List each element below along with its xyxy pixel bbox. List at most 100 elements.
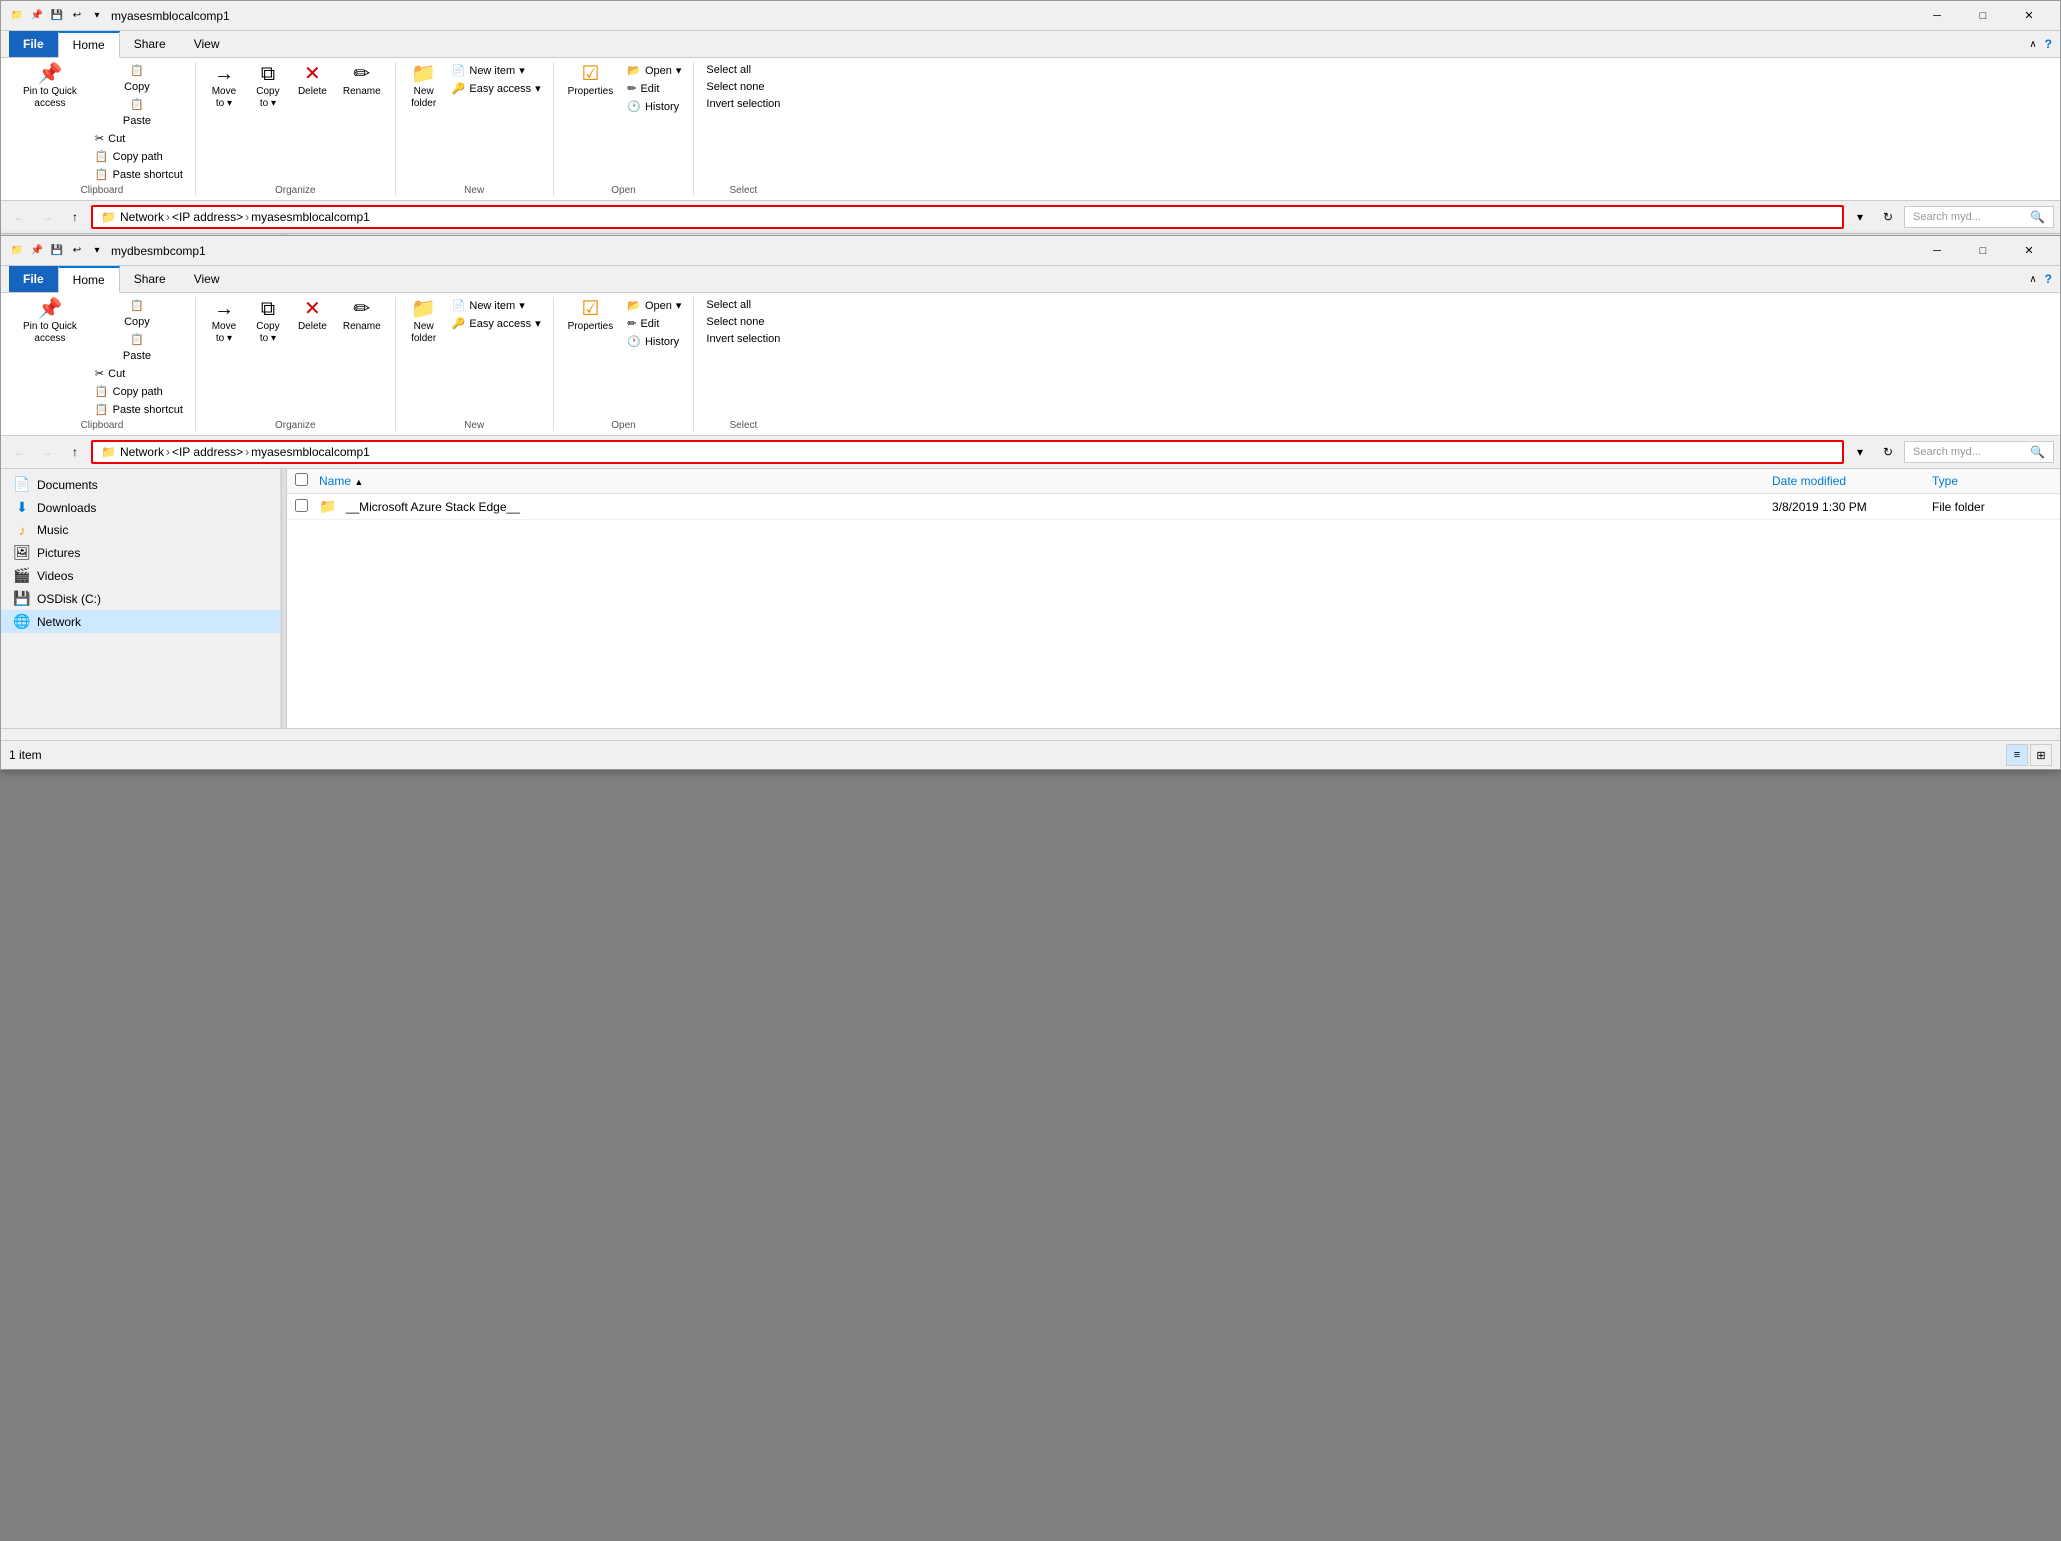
up-button-bottom[interactable]: ↑	[63, 440, 87, 464]
copy-button-bottom[interactable]: 📋 Copy	[87, 297, 187, 330]
tab-file-bottom[interactable]: File	[9, 266, 58, 292]
select-all-button-top[interactable]: Select all	[702, 62, 784, 78]
h-scroll-bottom[interactable]	[1, 728, 2060, 740]
address-dropdown-top[interactable]: ▾	[1848, 205, 1872, 229]
sidebar-item-videos[interactable]: 🎬 Videos	[1, 564, 280, 587]
check-col-bottom[interactable]	[295, 473, 319, 489]
tab-home-top[interactable]: Home	[58, 31, 120, 58]
history-button-bottom[interactable]: 🕐 History	[623, 333, 685, 350]
help-icon-bottom[interactable]: ?	[2045, 272, 2052, 286]
paste-shortcut-button-top[interactable]: 📋 Paste shortcut	[91, 166, 187, 183]
sidebar-item-pictures[interactable]: 🖼 Pictures	[1, 541, 280, 564]
table-row[interactable]: 📁 __Microsoft Azure Stack Edge__ 3/8/201…	[287, 494, 2060, 520]
properties-label-bottom: Properties	[568, 321, 614, 333]
rename-button-top[interactable]: ✏ Rename	[337, 62, 387, 100]
sidebar-item-network[interactable]: 🌐 Network	[1, 610, 280, 633]
close-button-top[interactable]: ✕	[2006, 1, 2052, 31]
ribbon-collapse-top[interactable]: ∧	[2029, 39, 2036, 50]
invert-selection-button-bottom[interactable]: Invert selection	[702, 331, 784, 347]
search-box-bottom[interactable]: Search myd... 🔍	[1904, 441, 2054, 463]
breadcrumb-network-bottom[interactable]: Network	[120, 445, 164, 459]
copy-to-button-bottom[interactable]: ⧉ Copyto ▾	[248, 297, 288, 347]
select-all-checkbox-bottom[interactable]	[295, 473, 308, 486]
dropdown-icon[interactable]: ▾	[89, 8, 105, 24]
paste-button-top[interactable]: 📋 Paste	[87, 96, 187, 129]
search-box-top[interactable]: Search myd... 🔍	[1904, 206, 2054, 228]
new-folder-button-top[interactable]: 📁 Newfolder	[404, 62, 444, 112]
ribbon-collapse-bottom[interactable]: ∧	[2029, 274, 2036, 285]
copy-to-button-top[interactable]: ⧉ Copyto ▾	[248, 62, 288, 112]
forward-button-top[interactable]: →	[35, 205, 59, 229]
tab-view-top[interactable]: View	[180, 31, 234, 57]
help-icon-top[interactable]: ?	[2045, 37, 2052, 51]
select-all-button-bottom[interactable]: Select all	[702, 297, 784, 313]
properties-button-bottom[interactable]: ☑ Properties	[562, 297, 620, 335]
copy-path-button-top[interactable]: 📋 Copy path	[91, 148, 187, 165]
edit-button-top[interactable]: ✏ Edit	[623, 80, 685, 97]
delete-button-bottom[interactable]: ✕ Delete	[292, 297, 333, 335]
move-to-button-bottom[interactable]: → Moveto ▾	[204, 297, 244, 347]
pin-to-quick-access-button-bottom[interactable]: 📌 Pin to Quick access	[17, 297, 83, 347]
breadcrumb-ip-bottom[interactable]: <IP address>	[172, 445, 243, 459]
address-path-top[interactable]: 📁 Network › <IP address> › myasesmblocal…	[91, 205, 1844, 229]
rename-button-bottom[interactable]: ✏ Rename	[337, 297, 387, 335]
cut-button-bottom[interactable]: ✂ Cut	[91, 365, 187, 382]
history-button-top[interactable]: 🕐 History	[623, 98, 685, 115]
title-bar-icons-bottom: 📁 📌 💾 ↩ ▾	[9, 243, 105, 259]
maximize-button-top[interactable]: □	[1960, 1, 2006, 31]
row-checkbox[interactable]	[295, 499, 308, 512]
maximize-button-bottom[interactable]: □	[1960, 236, 2006, 266]
refresh-button-top[interactable]: ↻	[1876, 205, 1900, 229]
row-check[interactable]	[295, 499, 319, 515]
pin-to-quick-access-button-top[interactable]: 📌 Pin to Quick access	[17, 62, 83, 112]
tab-share-bottom[interactable]: Share	[120, 266, 180, 292]
breadcrumb-share-top[interactable]: myasesmblocalcomp1	[251, 210, 370, 224]
edit-button-bottom[interactable]: ✏ Edit	[623, 315, 685, 332]
select-none-button-top[interactable]: Select none	[702, 79, 784, 95]
paste-shortcut-button-bottom[interactable]: 📋 Paste shortcut	[91, 401, 187, 418]
breadcrumb-network-top[interactable]: Network	[120, 210, 164, 224]
delete-button-top[interactable]: ✕ Delete	[292, 62, 333, 100]
refresh-button-bottom[interactable]: ↻	[1876, 440, 1900, 464]
sidebar-item-osdisk[interactable]: 💾 OSDisk (C:)	[1, 587, 280, 610]
address-dropdown-bottom[interactable]: ▾	[1848, 440, 1872, 464]
back-button-bottom[interactable]: ←	[7, 440, 31, 464]
new-folder-button-bottom[interactable]: 📁 Newfolder	[404, 297, 444, 347]
tab-file-top[interactable]: File	[9, 31, 58, 57]
tab-home-bottom[interactable]: Home	[58, 266, 120, 293]
copy-button-top[interactable]: 📋 Copy	[87, 62, 187, 95]
title-controls-top: ─ □ ✕	[1914, 1, 2052, 31]
select-none-button-bottom[interactable]: Select none	[702, 314, 784, 330]
easy-access-button-bottom[interactable]: 🔑 Easy access ▾	[448, 315, 545, 332]
easy-access-button-top[interactable]: 🔑 Easy access ▾	[448, 80, 545, 97]
new-item-button-top[interactable]: 📄 New item ▾	[448, 62, 545, 79]
select-col-bottom: Select all Select none Invert selection	[702, 297, 784, 347]
open-button-top[interactable]: 📂 Open ▾	[623, 62, 685, 79]
invert-selection-button-top[interactable]: Invert selection	[702, 96, 784, 112]
forward-button-bottom[interactable]: →	[35, 440, 59, 464]
cut-button-top[interactable]: ✂ Cut	[91, 130, 187, 147]
sidebar-item-downloads[interactable]: ⬇ Downloads	[1, 496, 280, 519]
new-item-button-bottom[interactable]: 📄 New item ▾	[448, 297, 545, 314]
tab-view-bottom[interactable]: View	[180, 266, 234, 292]
dropdown-icon-bottom[interactable]: ▾	[89, 243, 105, 259]
tab-share-top[interactable]: Share	[120, 31, 180, 57]
copy-path-button-bottom[interactable]: 📋 Copy path	[91, 383, 187, 400]
open-button-bottom[interactable]: 📂 Open ▾	[623, 297, 685, 314]
minimize-button-bottom[interactable]: ─	[1914, 236, 1960, 266]
paste-button-bottom[interactable]: 📋 Paste	[87, 331, 187, 364]
breadcrumb-ip-top[interactable]: <IP address>	[172, 210, 243, 224]
up-button-top[interactable]: ↑	[63, 205, 87, 229]
back-button-top[interactable]: ←	[7, 205, 31, 229]
move-to-button-top[interactable]: → Moveto ▾	[204, 62, 244, 112]
close-button-bottom[interactable]: ✕	[2006, 236, 2052, 266]
details-view-bottom[interactable]: ≡	[2006, 744, 2028, 766]
new-item-label-top: New item	[469, 65, 515, 77]
properties-button-top[interactable]: ☑ Properties	[562, 62, 620, 100]
tiles-view-bottom[interactable]: ⊞	[2030, 744, 2052, 766]
sidebar-item-music[interactable]: ♪ Music	[1, 519, 280, 541]
sidebar-item-documents[interactable]: 📄 Documents	[1, 473, 280, 496]
minimize-button-top[interactable]: ─	[1914, 1, 1960, 31]
address-path-bottom[interactable]: 📁 Network › <IP address> › myasesmblocal…	[91, 440, 1844, 464]
breadcrumb-share-bottom[interactable]: myasesmblocalcomp1	[251, 445, 370, 459]
